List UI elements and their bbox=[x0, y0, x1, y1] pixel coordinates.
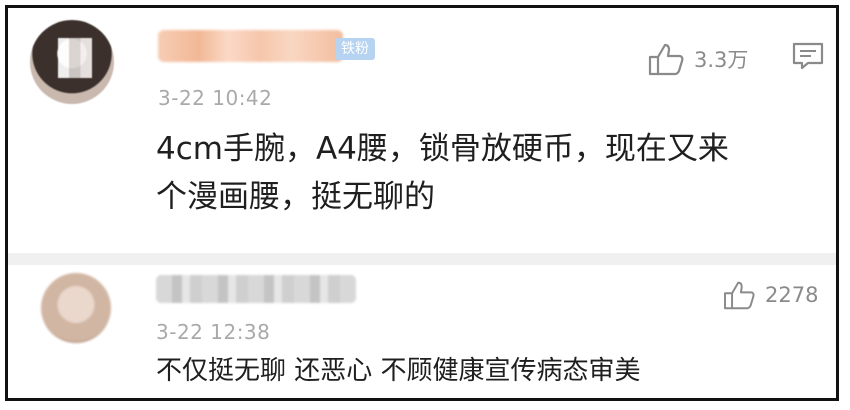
username-blurred[interactable] bbox=[158, 30, 343, 62]
like-count: 2278 bbox=[765, 283, 819, 307]
comment-text-line: 4cm手腕，A4腰，锁骨放硬币，现在又来 bbox=[156, 131, 729, 167]
thumbs-up-icon bbox=[648, 43, 684, 76]
comment-thread: 铁粉 3-22 10:42 4cm手腕，A4腰，锁骨放硬币，现在又来 个漫画腰，… bbox=[5, 5, 839, 401]
like-button[interactable]: 3.3万 bbox=[648, 42, 748, 76]
comment-item: 铁粉 3-22 10:42 4cm手腕，A4腰，锁骨放硬币，现在又来 个漫画腰，… bbox=[8, 8, 836, 253]
like-count: 3.3万 bbox=[694, 48, 749, 72]
comment-text: 不仅挺无聊 还恶心 不顾健康宣传病态审美 bbox=[156, 356, 641, 386]
comment-text: 4cm手腕，A4腰，锁骨放硬币，现在又来 个漫画腰，挺无聊的 bbox=[156, 125, 796, 221]
username-blurred[interactable] bbox=[156, 275, 356, 303]
reply-button[interactable] bbox=[792, 42, 824, 74]
avatar[interactable] bbox=[41, 273, 111, 343]
comment-text-line: 个漫画腰，挺无聊的 bbox=[156, 179, 435, 215]
like-button[interactable]: 2278 bbox=[723, 280, 818, 310]
avatar[interactable] bbox=[30, 20, 114, 104]
fan-badge: 铁粉 bbox=[335, 38, 375, 60]
comment-icon bbox=[792, 42, 824, 70]
avatar-mosaic bbox=[58, 38, 92, 78]
comment-separator bbox=[8, 253, 836, 265]
thumbs-up-icon bbox=[724, 281, 755, 310]
comment-timestamp: 3-22 12:38 bbox=[156, 320, 271, 344]
comment-timestamp: 3-22 10:42 bbox=[158, 86, 273, 110]
